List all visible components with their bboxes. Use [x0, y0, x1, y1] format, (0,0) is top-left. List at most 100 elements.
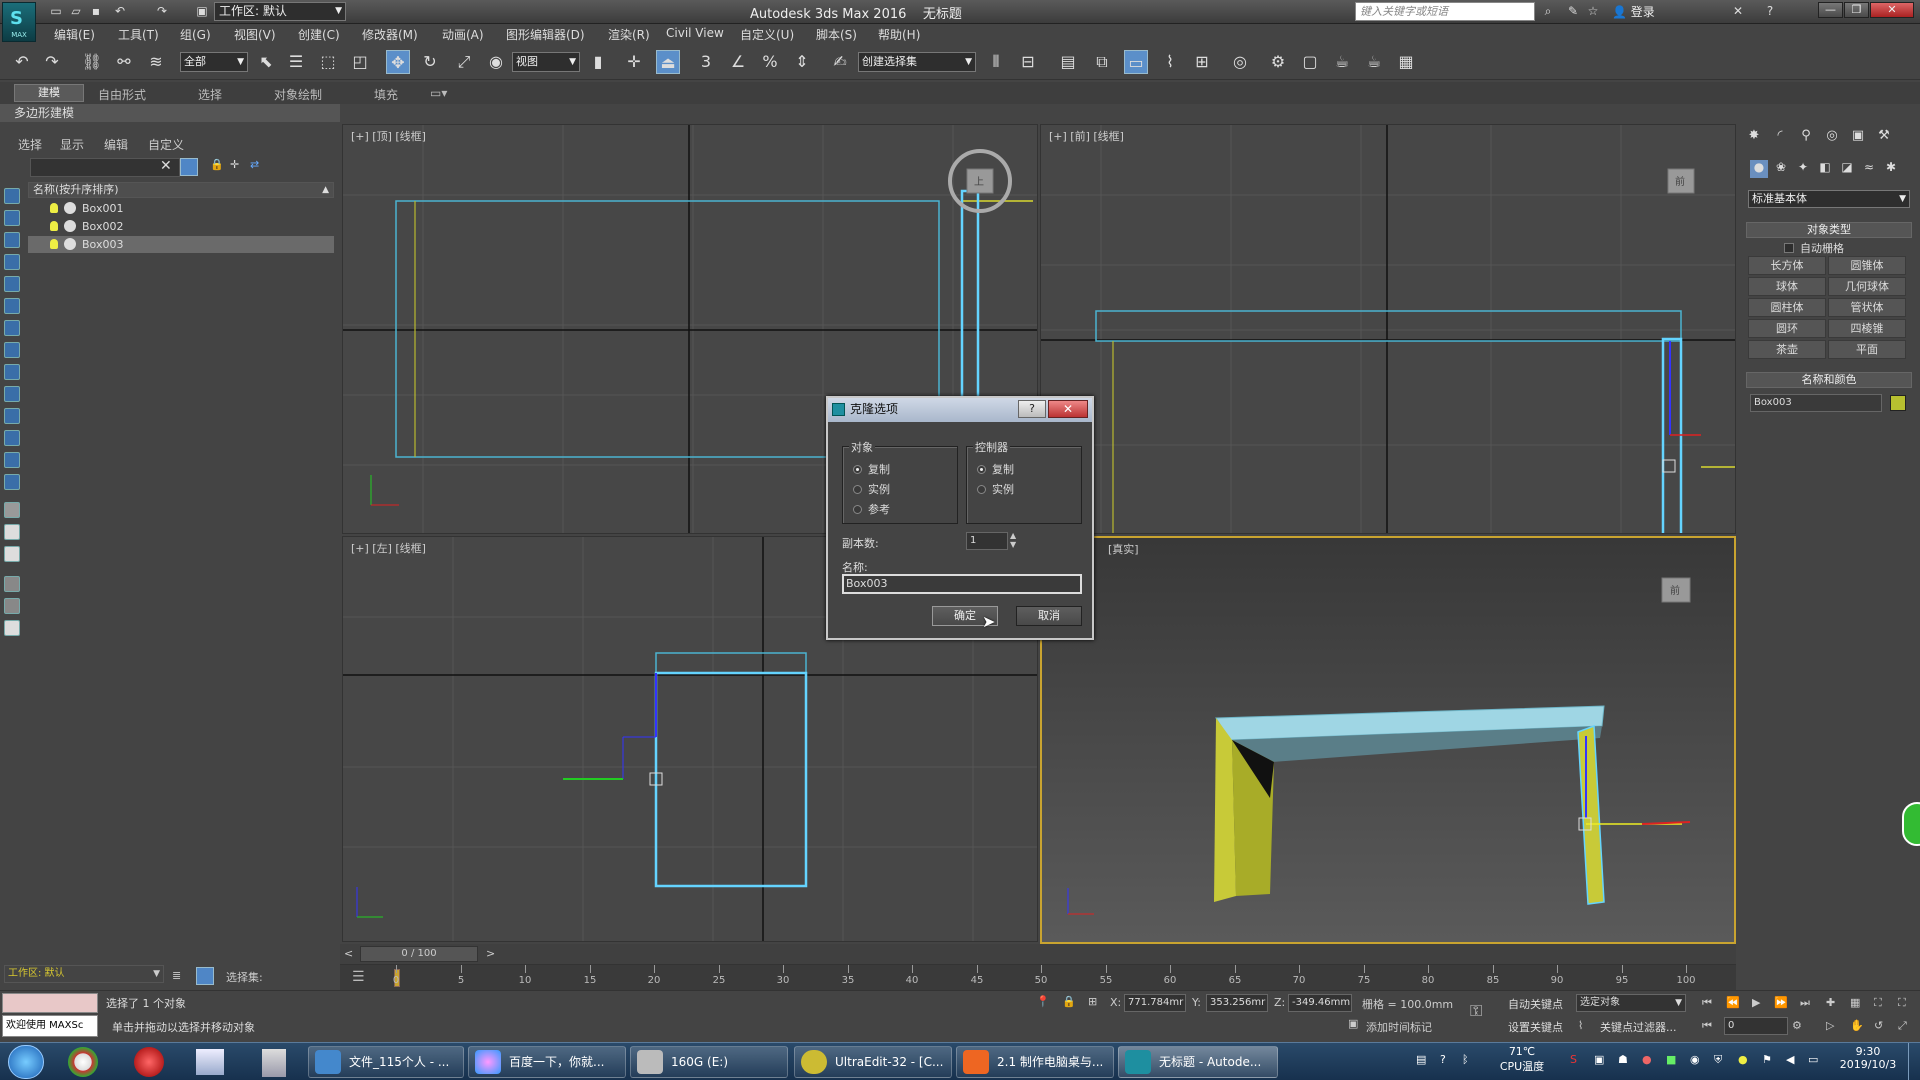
pan-icon[interactable]: ✋ — [1850, 1019, 1864, 1032]
menu-rendering[interactable]: 渲染(R) — [608, 26, 650, 43]
scene-item-box002[interactable]: Box002 — [28, 218, 334, 235]
display-containers-icon[interactable] — [4, 408, 20, 424]
spinner-arrows-icon[interactable]: ▲ ▼ — [1010, 531, 1016, 549]
menu-civil-view[interactable]: Civil View — [666, 26, 724, 40]
schematic-view-icon[interactable]: ⊞ — [1190, 50, 1214, 74]
task-3dsmax[interactable]: 无标题 - Autode... — [1118, 1046, 1278, 1078]
align-icon[interactable]: ⊟ — [1016, 50, 1040, 74]
task-drive[interactable]: 160G (E:) — [630, 1046, 788, 1078]
tray-red-icon[interactable]: ● — [1642, 1053, 1652, 1066]
tab-object-paint[interactable]: 对象绘制 — [274, 86, 322, 103]
render-iterative-icon[interactable]: ☕ — [1362, 50, 1386, 74]
media-player-icon[interactable] — [134, 1047, 164, 1077]
play-icon[interactable]: ▶ — [1752, 996, 1760, 1009]
display-cameras-icon[interactable] — [4, 276, 20, 292]
tray-network-icon[interactable]: ▤ — [1416, 1053, 1426, 1066]
task-pdf[interactable]: 2.1 制作电脑桌与... — [956, 1046, 1114, 1078]
visibility-icon[interactable] — [64, 202, 76, 214]
menu-animation[interactable]: 动画(A) — [442, 26, 484, 43]
window-crossing-icon[interactable]: ◰ — [348, 50, 372, 74]
menu-tools[interactable]: 工具(T) — [118, 26, 159, 43]
collapse-icon[interactable] — [4, 620, 20, 636]
go-to-end-icon[interactable]: ⏭ — [1800, 996, 1810, 1010]
menu-create[interactable]: 创建(C) — [298, 26, 340, 43]
autogrid-checkbox[interactable]: 自动栅格 — [1784, 240, 1844, 256]
select-scale-icon[interactable]: ⤢ — [452, 50, 476, 74]
geometry-icon[interactable]: ● — [1750, 160, 1768, 178]
dialog-help-button[interactable]: ? — [1018, 400, 1046, 418]
teapot-button[interactable]: 茶壶 — [1748, 340, 1826, 359]
menu-customize[interactable]: 自定义(U) — [740, 26, 794, 43]
object-reference-radio[interactable]: 参考 — [853, 501, 890, 517]
clone-name-field[interactable]: Box003 — [842, 574, 1082, 594]
helpers-icon[interactable]: ◪ — [1838, 160, 1856, 178]
layer-icon[interactable] — [4, 524, 20, 540]
undo-icon[interactable]: ↶ — [112, 3, 128, 19]
percent-snap-icon[interactable]: % — [758, 50, 782, 74]
time-slider[interactable]: 0 / 100 — [360, 946, 478, 962]
unlink-icon[interactable]: ⚯ — [112, 50, 136, 74]
object-instance-radio[interactable]: 实例 — [853, 481, 890, 497]
menu-edit[interactable]: 编辑(E) — [54, 26, 95, 43]
pyramid-button[interactable]: 四棱锥 — [1828, 319, 1906, 338]
scene-explorer-icon[interactable]: ⧉ — [1090, 50, 1114, 74]
layer-manager-icon[interactable]: ▤ — [1056, 50, 1080, 74]
app-logo[interactable]: S MAX — [2, 2, 36, 42]
edit-named-selection-icon[interactable]: ✍ — [828, 50, 852, 74]
viewport-label[interactable]: [+] [前] [线框] — [1049, 128, 1124, 144]
select-move-icon[interactable]: ✥ — [386, 50, 410, 74]
hierarchy-select-icon[interactable]: ⇄ — [250, 158, 259, 171]
tube-button[interactable]: 管状体 — [1828, 298, 1906, 317]
display-all-icon[interactable] — [4, 474, 20, 490]
motion-tab-icon[interactable]: ◎ — [1822, 128, 1842, 148]
snaps-toggle-icon[interactable]: 3 — [694, 50, 718, 74]
layers-icon[interactable]: ≣ — [172, 969, 181, 982]
scene-menu-display[interactable]: 显示 — [60, 136, 84, 153]
viewcube-top-label[interactable]: 上 — [974, 176, 984, 188]
viewcube-persp-label[interactable]: 前 — [1670, 584, 1680, 597]
orbit-icon[interactable]: ↺ — [1874, 1019, 1883, 1032]
key-target-dropdown[interactable]: 选定对象 ▼ — [1576, 994, 1686, 1012]
copies-spinner[interactable]: 1 — [966, 532, 1008, 550]
viewport-front[interactable]: [+] [前] [线框] 前 — [1040, 124, 1736, 534]
chrome-icon[interactable] — [68, 1047, 98, 1077]
zoom-extents-all-icon[interactable]: ⛶ — [1898, 996, 1906, 1010]
light-bulb-icon[interactable] — [50, 239, 58, 249]
redo-icon[interactable]: ↷ — [40, 50, 64, 74]
dialog-close-button[interactable]: ✕ — [1048, 400, 1088, 418]
angle-snap-icon[interactable]: ∠ — [726, 50, 750, 74]
render-setup-icon[interactable]: ⚙ — [1266, 50, 1290, 74]
zoom-icon[interactable]: ✚ — [1826, 996, 1835, 1009]
lights-icon[interactable]: ✦ — [1794, 160, 1812, 178]
tray-input-icon[interactable]: ⚑ — [1762, 1053, 1772, 1066]
shapes-icon[interactable]: ❀ — [1772, 160, 1790, 178]
calculator-icon[interactable] — [262, 1049, 286, 1077]
spacewarps-icon[interactable]: ≈ — [1860, 160, 1878, 178]
scene-item-box001[interactable]: Box001 — [28, 200, 334, 217]
lock-filter-icon[interactable] — [4, 598, 20, 614]
tray-security-icon[interactable]: S — [1570, 1053, 1577, 1066]
subscription-icon[interactable]: ✎ — [1565, 3, 1581, 19]
scene-menu-edit[interactable]: 编辑 — [104, 136, 128, 153]
tab-freeform[interactable]: 自由形式 — [98, 86, 146, 103]
object-color-swatch[interactable] — [1890, 395, 1906, 411]
tray-bluetooth-icon[interactable]: ᛒ — [1462, 1053, 1469, 1066]
selection-lock-icon[interactable]: 🔒 — [1062, 995, 1076, 1008]
cameras-icon[interactable]: ◧ — [1816, 160, 1834, 178]
filter-icon[interactable] — [4, 576, 20, 592]
visibility-icon[interactable] — [64, 238, 76, 250]
display-hidden-icon[interactable] — [4, 452, 20, 468]
cone-button[interactable]: 圆锥体 — [1828, 256, 1906, 275]
tray-battery-icon[interactable]: ● — [1738, 1053, 1748, 1066]
display-lights-icon[interactable] — [4, 254, 20, 270]
filter-toggle-icon[interactable] — [180, 158, 198, 176]
light-bulb-icon[interactable] — [50, 203, 58, 213]
time-config-icon[interactable]: ⚙ — [1792, 1019, 1802, 1032]
named-selection-dropdown[interactable]: 创建选择集 ▼ — [858, 52, 976, 72]
display-tab-icon[interactable]: ▣ — [1848, 128, 1868, 148]
auto-key-button[interactable]: 自动关键点 — [1508, 996, 1563, 1012]
field-of-view-icon[interactable]: ▷ — [1826, 1019, 1834, 1032]
viewport-label[interactable]: [真实] — [1108, 541, 1139, 557]
primitive-category-dropdown[interactable]: 标准基本体 ▼ — [1748, 190, 1910, 208]
viewport-perspective[interactable]: [真实] 前 — [1040, 536, 1736, 944]
